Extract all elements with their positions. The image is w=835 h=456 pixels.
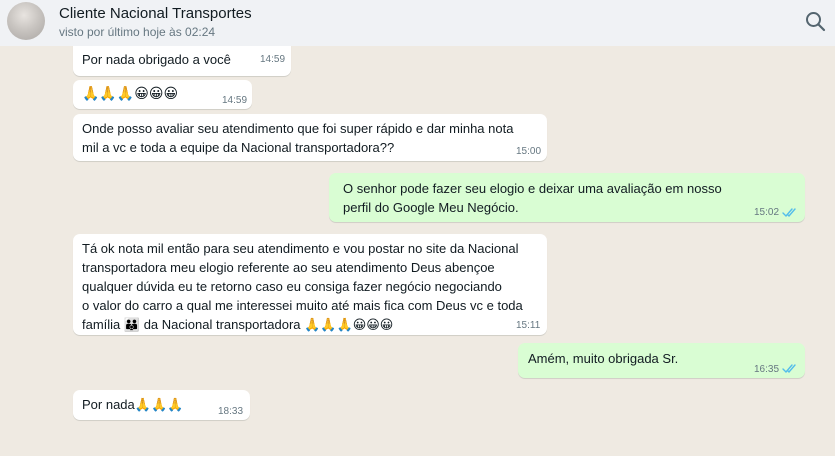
contact-name[interactable]: Cliente Nacional Transportes (59, 5, 252, 22)
message-text: Tá ok nota mil então para seu atendiment… (82, 241, 523, 332)
message-time: 15:02 (754, 207, 780, 218)
message-time: 15:00 (516, 146, 542, 157)
message-text: Por nada🙏🙏🙏 (82, 397, 184, 412)
contact-last-seen: visto por último hoje às 02:24 (59, 25, 216, 39)
incoming-message[interactable]: Onde posso avaliar seu atendimento que f… (73, 114, 547, 161)
incoming-message[interactable]: 🙏🙏🙏😀😀😀 14:59 (73, 80, 252, 109)
outgoing-message[interactable]: O senhor pode fazer seu elogio e deixar … (329, 173, 805, 222)
read-receipt-icon (782, 208, 796, 218)
whatsapp-chat-window: Cliente Nacional Transportes visto por ú… (0, 0, 835, 456)
message-text: Onde posso avaliar seu atendimento que f… (82, 121, 514, 155)
message-time: 15:11 (516, 320, 541, 331)
message-list[interactable]: Por nada obrigado a você 14:59 🙏🙏🙏😀😀😀 14… (0, 36, 835, 456)
incoming-message[interactable]: Por nada🙏🙏🙏 18:33 (73, 390, 250, 420)
message-text: O senhor pode fazer seu elogio e deixar … (343, 181, 722, 215)
message-time: 18:33 (218, 406, 244, 417)
outgoing-message[interactable]: Amém, muito obrigada Sr. 16:35 (518, 343, 805, 378)
message-time: 14:59 (222, 95, 248, 106)
search-button[interactable] (803, 9, 829, 35)
read-receipt-icon (782, 364, 796, 374)
search-icon (806, 12, 826, 32)
message-text: Amém, muito obrigada Sr. (528, 351, 679, 366)
avatar[interactable] (7, 2, 45, 40)
message-time: 16:35 (754, 364, 780, 375)
message-time: 14:59 (260, 54, 286, 65)
incoming-message[interactable]: Tá ok nota mil então para seu atendiment… (73, 234, 547, 335)
chat-header: Cliente Nacional Transportes visto por ú… (0, 0, 835, 46)
message-text: 🙏🙏🙏😀😀😀 (82, 85, 179, 101)
message-text: Por nada obrigado a você (82, 52, 231, 67)
